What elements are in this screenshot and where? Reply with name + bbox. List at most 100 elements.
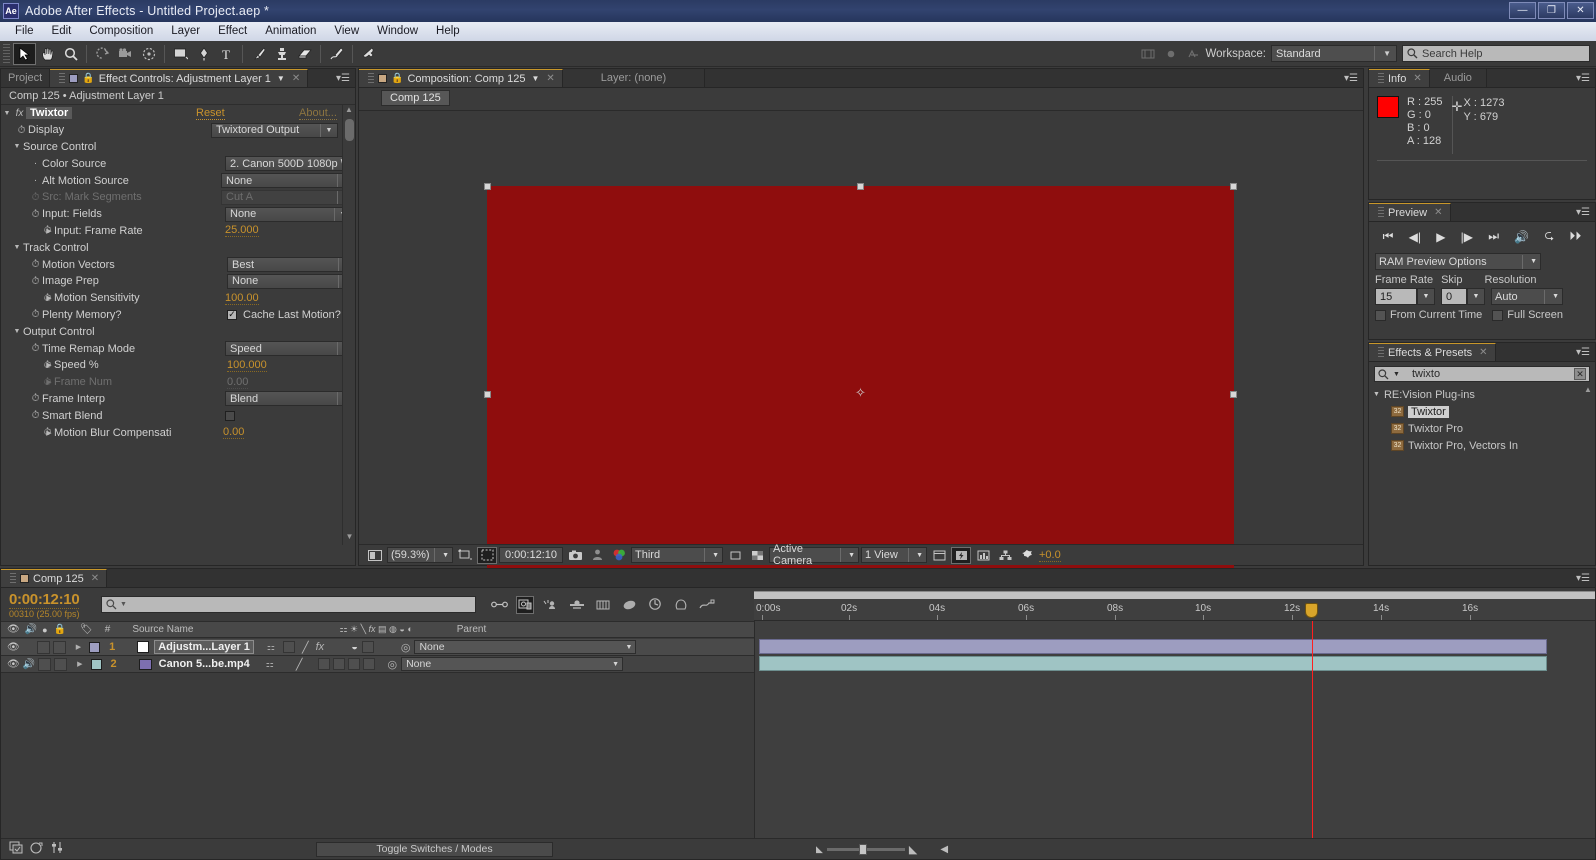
twirl-right-icon[interactable]: ▶ (43, 294, 55, 302)
resolution-select[interactable]: Third ▼ (631, 547, 723, 563)
close-icon[interactable]: ✕ (292, 73, 300, 84)
selection-handle-mr[interactable] (1230, 391, 1237, 398)
graph-editor-icon[interactable] (620, 596, 638, 614)
eraser-tool-icon[interactable] (293, 43, 316, 65)
lock-cell[interactable] (52, 640, 66, 654)
zoom-tool-icon[interactable] (59, 43, 82, 65)
fx-group-track-control[interactable]: ▼ Track Control (11, 239, 355, 256)
comp-mini-flowchart-footer-icon[interactable] (9, 841, 23, 857)
selection-tool-icon[interactable] (13, 42, 36, 65)
fx-switch-icon[interactable]: fx (316, 641, 325, 653)
motion-vectors-select[interactable]: Best ▼ (227, 257, 353, 273)
composition-mini-flowchart-icon[interactable] (490, 596, 508, 614)
tab-info[interactable]: Info ✕ (1369, 69, 1430, 87)
tab-layer[interactable]: Layer: (none) (562, 69, 706, 87)
audio-button[interactable]: 🔊 (1514, 230, 1529, 244)
brainstorm-timeline-icon[interactable] (672, 596, 690, 614)
cache-last-motion-checkbox[interactable]: ✓ (227, 309, 237, 320)
zoom-knob[interactable] (858, 843, 867, 855)
chevron-down-icon[interactable]: ▼ (277, 74, 285, 83)
composition-viewer[interactable]: ✧ (359, 111, 1363, 607)
zoom-out-icon[interactable]: ◣ (816, 844, 823, 855)
twirl-right-icon[interactable]: ▶ (77, 660, 82, 668)
full-screen-checkbox-row[interactable]: Full Screen (1492, 309, 1563, 321)
column-source-name[interactable]: Source Name (132, 624, 193, 635)
lock-icon[interactable]: 🔒 (82, 73, 94, 84)
panel-menu-icon[interactable]: ▾☰ (1571, 203, 1595, 221)
full-screen-checkbox[interactable] (1492, 309, 1504, 321)
lock-cell[interactable] (54, 657, 68, 671)
minimize-button[interactable]: — (1509, 2, 1536, 19)
tab-timeline-comp[interactable]: Comp 125 ✕ (1, 569, 108, 587)
clone-stamp-tool-icon[interactable] (270, 43, 293, 65)
toggle-switches-modes-button[interactable]: Toggle Switches / Modes (316, 841, 553, 857)
stopwatch-icon[interactable]: ⏱ (29, 209, 42, 220)
menu-edit[interactable]: Edit (43, 22, 81, 41)
clear-search-icon[interactable]: ✕ (1574, 368, 1586, 380)
timeline-graph-area[interactable] (754, 621, 1595, 838)
menu-view[interactable]: View (325, 22, 368, 41)
layer-name[interactable]: Canon 5...be.mp4 (159, 658, 250, 670)
selection-handle-ml[interactable] (484, 391, 491, 398)
close-icon[interactable]: ✕ (1479, 347, 1487, 358)
take-snapshot-icon[interactable] (565, 547, 585, 564)
eye-icon[interactable]: 👁 (7, 642, 20, 653)
close-icon[interactable]: ✕ (1434, 207, 1442, 218)
from-current-time-checkbox-row[interactable]: From Current Time (1375, 309, 1482, 321)
effect-name[interactable]: Twixtor (26, 107, 73, 120)
loop-button[interactable]: ⮎ (1544, 226, 1554, 247)
time-ruler[interactable]: 0:00s 02s 04s 06s 08s 10s 12s 14s 16s (754, 599, 1595, 621)
quality-switch-icon[interactable]: ╱ (302, 641, 309, 654)
skip-input[interactable]: 0 (1441, 288, 1467, 305)
from-current-time-checkbox[interactable] (1375, 309, 1386, 321)
toggle-transparency-grid-icon[interactable] (477, 546, 497, 564)
menu-file[interactable]: File (6, 22, 43, 41)
search-help-input[interactable]: Search Help (1402, 45, 1590, 62)
motion-blur-compensation-value[interactable]: 0.00 (223, 426, 245, 440)
exposure-value[interactable]: +0.0 (1039, 549, 1061, 562)
type-tool-icon[interactable]: T (215, 43, 238, 65)
frame-blend-switch[interactable] (318, 658, 331, 670)
switches-modes-toggle-icon[interactable] (51, 841, 63, 857)
table-row[interactable]: 👁 ▶ 1 Adjustm...Layer 1 ⚏ ╱ fx ◒ ◎ None … (1, 639, 754, 656)
dot-icon[interactable] (1159, 43, 1182, 65)
parent-pick-whip-icon[interactable]: ◎ (401, 641, 411, 654)
adjustment-layer-switch-icon[interactable]: ◒ (351, 641, 358, 653)
stopwatch-icon[interactable]: ⏱ (29, 410, 42, 421)
current-time-display[interactable]: 0:00:12:10 (499, 547, 563, 563)
twirl-down-icon[interactable]: ▼ (11, 328, 23, 335)
chevron-down-icon[interactable]: ▼ (531, 74, 539, 83)
frame-rate-input[interactable]: 15 (1375, 288, 1417, 305)
time-remap-mode-select[interactable]: Speed ▼ (225, 341, 352, 357)
tab-composition[interactable]: 🔒 Composition: Comp 125 ▼ ✕ (359, 69, 563, 87)
hide-shy-layers-icon[interactable] (542, 596, 560, 614)
scroll-down-icon[interactable]: ▼ (343, 532, 355, 545)
rotation-tool-icon[interactable] (91, 43, 114, 65)
hand-tool-icon[interactable] (36, 43, 59, 65)
parent-select[interactable]: None ▼ (401, 657, 624, 671)
shy-switch-icon[interactable]: ⚏ (267, 642, 275, 653)
input-fields-select[interactable]: None ▼ (225, 206, 352, 222)
fx-group-output-control[interactable]: ▼ Output Control (11, 323, 355, 340)
grid-guides-icon[interactable] (1136, 43, 1159, 65)
list-item[interactable]: 32 Twixtor (1369, 403, 1595, 420)
panel-menu-icon[interactable]: ▾☰ (1571, 569, 1595, 587)
image-prep-select[interactable]: None ▼ (227, 273, 353, 289)
close-icon[interactable]: ✕ (91, 573, 99, 584)
tab-effects-presets[interactable]: Effects & Presets ✕ (1369, 343, 1496, 361)
scroll-up-icon[interactable]: ▲ (343, 105, 355, 118)
list-item[interactable]: 32 Twixtor Pro, Vectors In (1369, 437, 1595, 454)
menu-window[interactable]: Window (368, 22, 427, 41)
timeline-view-icon[interactable] (973, 547, 993, 564)
scroll-up-icon[interactable]: ▲ (1582, 385, 1594, 394)
fx-group-source-control[interactable]: ▼ Source Control (11, 139, 355, 156)
solo-cell[interactable] (38, 657, 52, 671)
menu-composition[interactable]: Composition (80, 22, 162, 41)
twirl-down-icon[interactable]: ▼ (11, 244, 23, 251)
last-frame-button[interactable]: ⏭ (1488, 229, 1499, 244)
frame-rate-dropdown[interactable]: ▼ (1417, 288, 1435, 305)
region-of-interest-icon[interactable] (455, 547, 475, 564)
workspace-select[interactable]: Standard ▼ (1271, 45, 1397, 62)
shy-switch-icon[interactable]: ⚏ (266, 659, 274, 670)
brainstorm-icon[interactable] (1182, 43, 1205, 65)
